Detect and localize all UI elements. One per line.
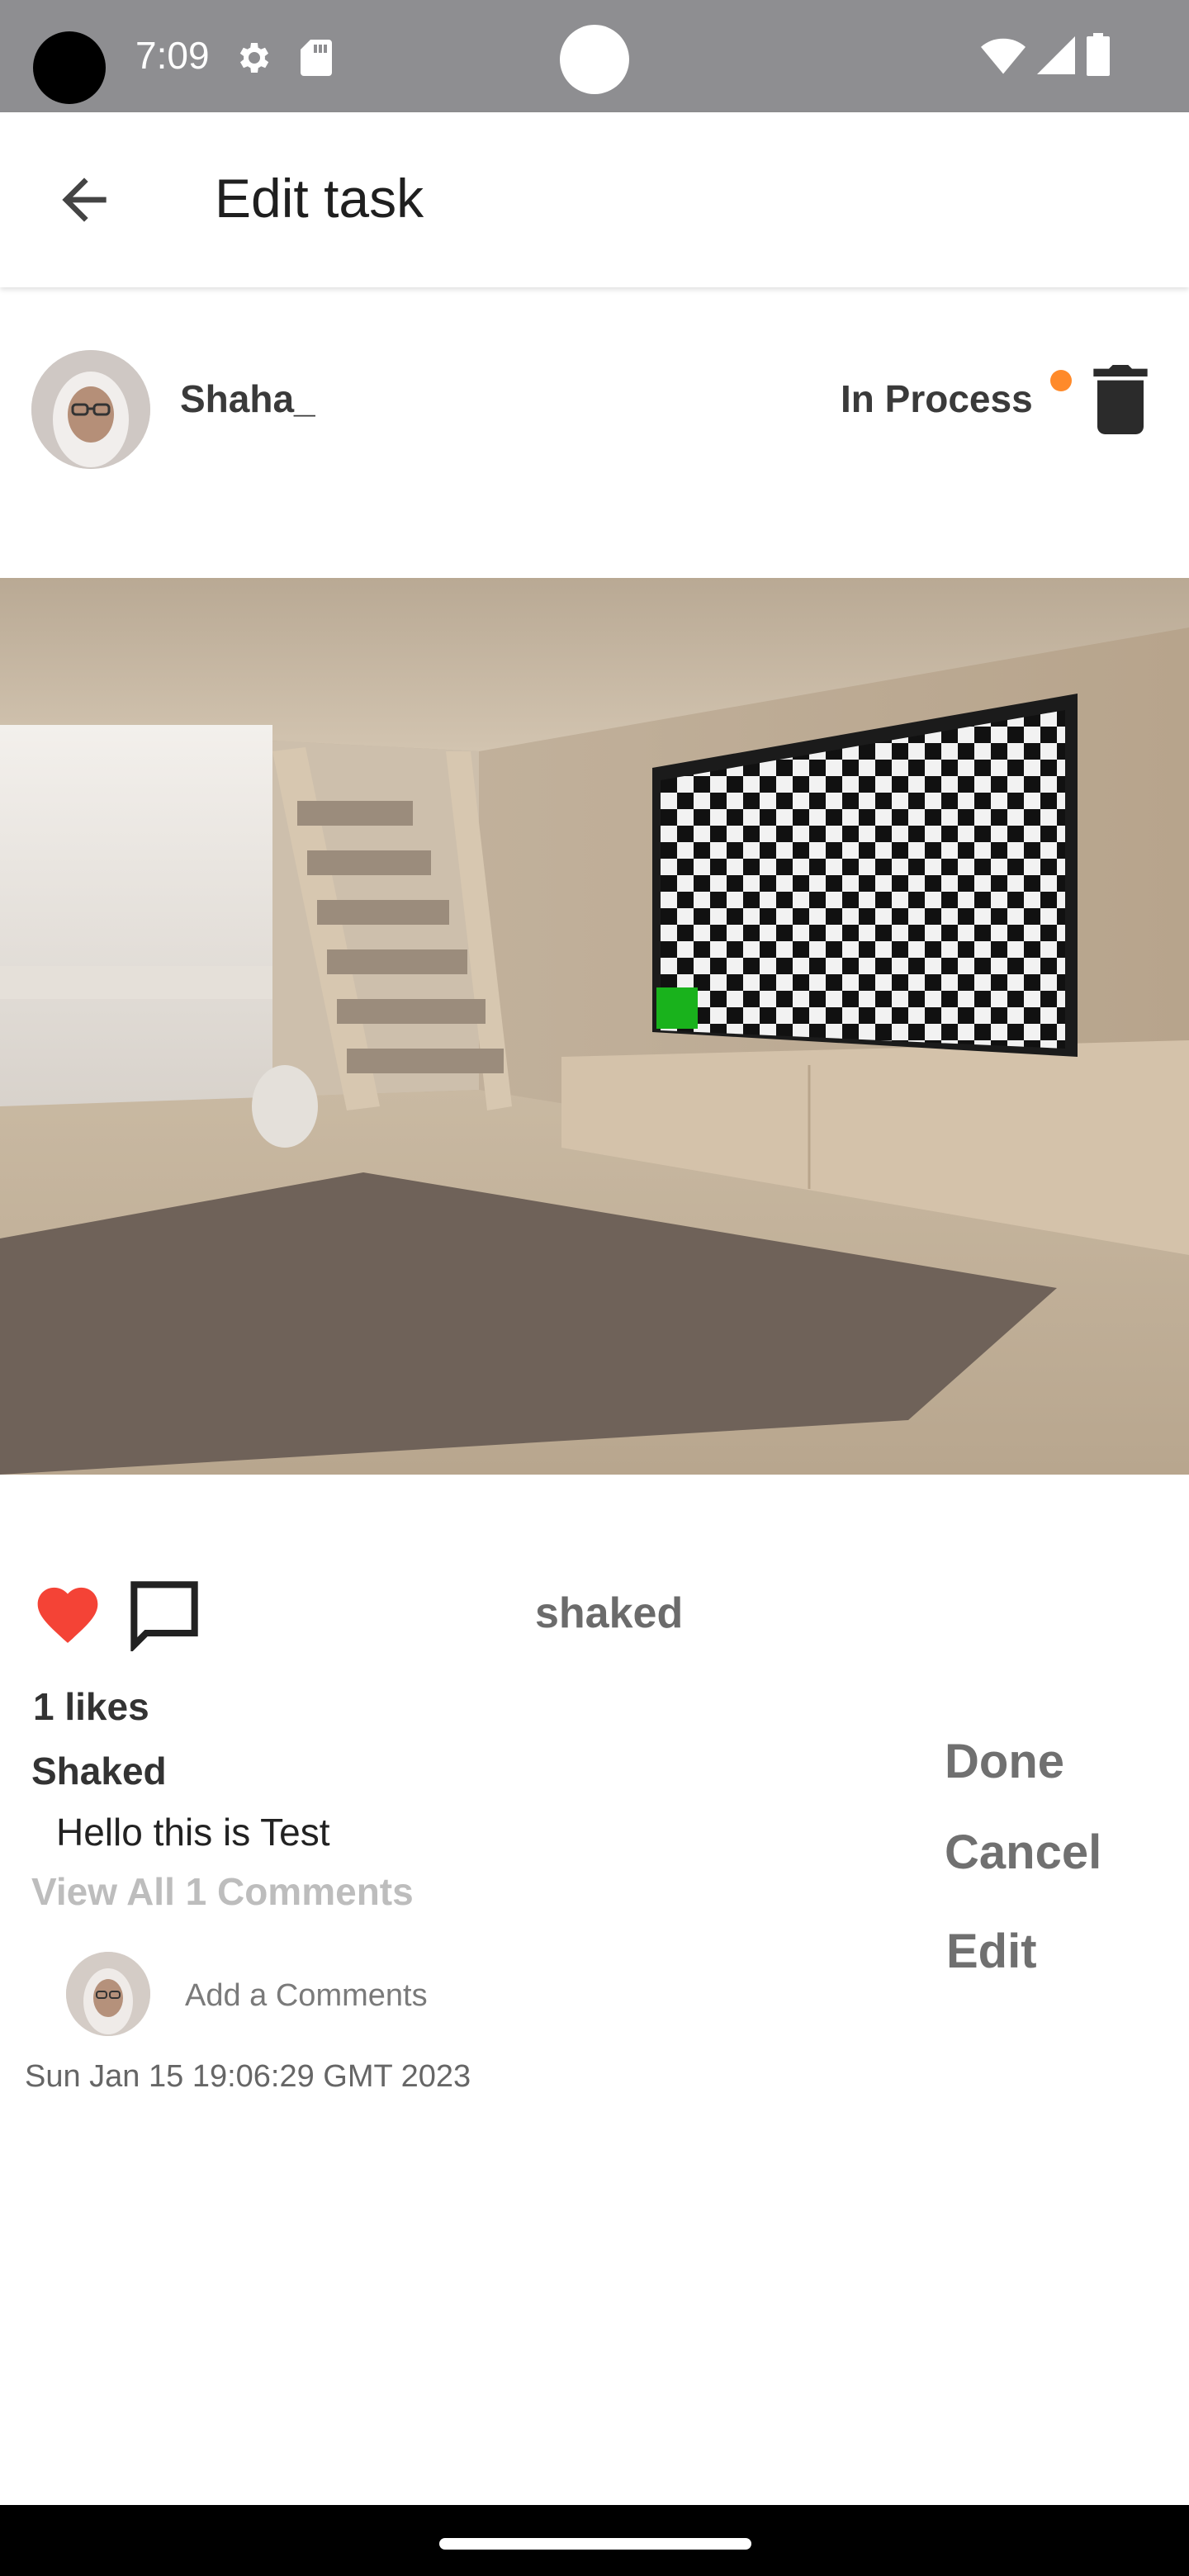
wifi-icon [981, 38, 1026, 74]
status-time: 7:09 [135, 34, 210, 77]
camera-cutout [33, 31, 106, 104]
trash-icon[interactable] [1092, 365, 1149, 434]
likes-count: 1 likes [33, 1685, 149, 1728]
app-toolbar: Edit task [0, 112, 1189, 287]
task-status-label: In Process [841, 377, 1033, 420]
comment-author[interactable]: Shaked [31, 1749, 167, 1793]
post-timestamp: Sun Jan 15 19:06:29 GMT 2023 [25, 2059, 471, 2094]
cell-signal-icon [1037, 36, 1075, 74]
post-username[interactable]: Shaha_ [180, 376, 315, 421]
view-all-comments-link[interactable]: View All 1 Comments [31, 1869, 414, 1914]
comment-text: Hello this is Test [56, 1811, 330, 1854]
settings-gear-icon [239, 43, 269, 73]
user-avatar[interactable] [31, 350, 150, 469]
current-user-avatar [66, 1952, 150, 2036]
post-owner-label: shaked [535, 1589, 684, 1637]
page-title: Edit task [215, 168, 424, 229]
status-center-dot [560, 25, 629, 94]
comment-icon[interactable] [127, 1579, 201, 1651]
status-indicator-dot [1050, 370, 1072, 391]
home-gesture-handle[interactable] [439, 2538, 751, 2550]
battery-icon [1087, 33, 1110, 76]
cancel-button[interactable]: Cancel [945, 1825, 1101, 1880]
heart-icon[interactable] [31, 1579, 104, 1645]
done-button[interactable]: Done [945, 1734, 1064, 1789]
edit-button[interactable]: Edit [946, 1924, 1037, 1979]
system-navigation-bar [0, 2505, 1189, 2576]
arrow-left-icon[interactable] [51, 167, 117, 233]
sd-card-icon [301, 40, 332, 76]
add-comment-input[interactable]: Add a Comments [185, 1978, 428, 2014]
status-bar: 7:09 [0, 0, 1189, 112]
post-image [0, 578, 1189, 1475]
